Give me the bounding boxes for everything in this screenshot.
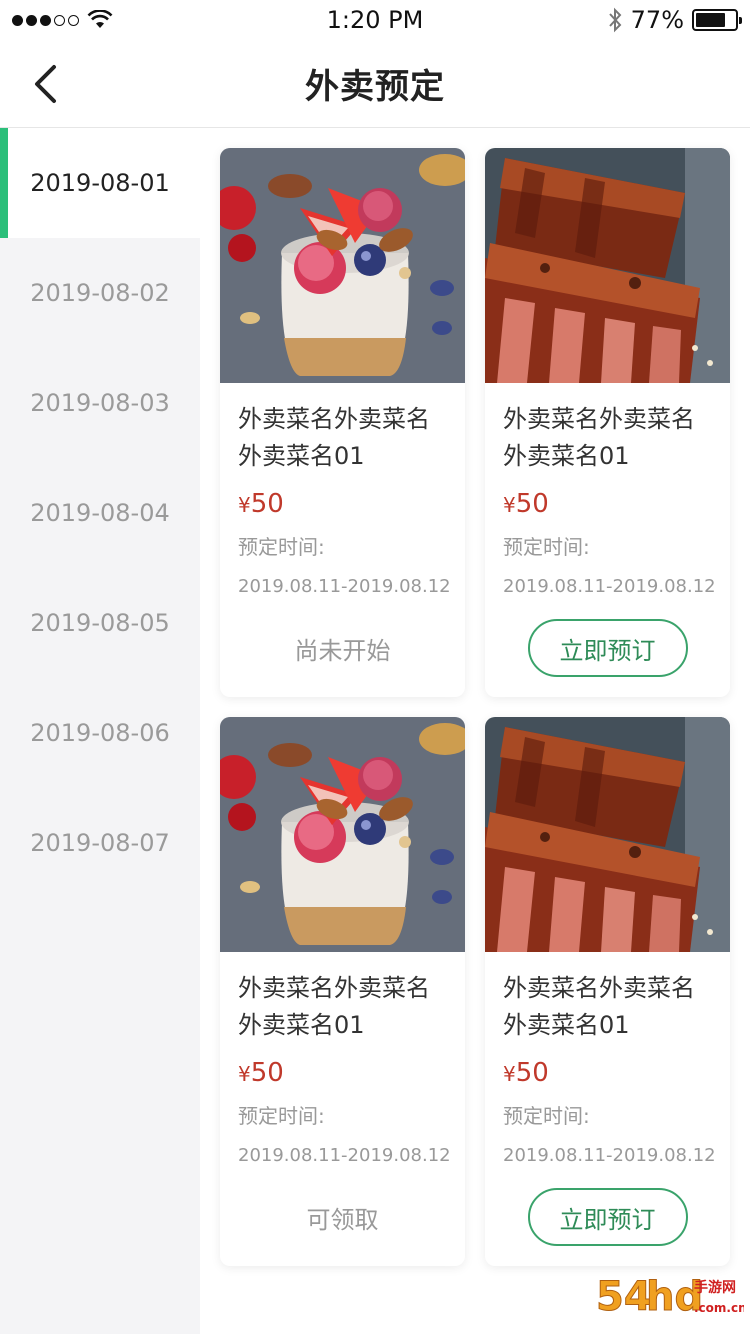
dish-price: ¥50 [238, 489, 447, 519]
dish-price: ¥50 [503, 489, 712, 519]
sidebar-date-label: 2019-08-05 [30, 609, 170, 637]
sidebar-date-item[interactable]: 2019-08-02 [0, 238, 200, 348]
currency-symbol: ¥ [503, 493, 516, 517]
svg-text:.com.cn: .com.cn [694, 1301, 744, 1315]
dish-action: 尚未开始 [220, 619, 465, 677]
dish-card-body: 外卖菜名外卖菜名外卖菜名01 ¥50 预定时间: 2019.08.11-2019… [220, 383, 465, 597]
reserve-time-label: 预定时间: [238, 535, 325, 559]
reserve-time-range: 2019.08.11-2019.08.12 [238, 1145, 451, 1166]
signal-strength-icon [12, 14, 79, 26]
dish-grid: 外卖菜名外卖菜名外卖菜名01 ¥50 预定时间: 2019.08.11-2019… [220, 148, 730, 1266]
sidebar-date-item[interactable]: 2019-08-03 [0, 348, 200, 458]
sidebar-date-label: 2019-08-02 [30, 279, 170, 307]
dish-name: 外卖菜名外卖菜名外卖菜名01 [238, 974, 430, 1039]
watermark-logo-icon: 54 hd 手游网 .com.cn [596, 1274, 745, 1321]
ribs-photo [485, 717, 730, 952]
dish-price: ¥50 [503, 1058, 712, 1088]
battery-percent: 77% [630, 6, 684, 34]
currency-symbol: ¥ [238, 1062, 251, 1086]
sidebar-date-label: 2019-08-01 [30, 169, 170, 197]
reserve-time-label: 预定时间: [503, 1104, 590, 1128]
status-left [12, 10, 113, 30]
status-claimable: 可领取 [306, 1205, 379, 1234]
battery-level [696, 13, 726, 27]
currency-symbol: ¥ [238, 493, 251, 517]
dish-price: ¥50 [238, 1058, 447, 1088]
price-value: 50 [250, 489, 284, 519]
parfait-photo [220, 717, 465, 952]
chevron-left-icon [35, 65, 56, 103]
parfait-photo [220, 148, 465, 383]
svg-text:手游网: 手游网 [694, 1279, 736, 1296]
reserve-now-button[interactable]: 立即预订 [527, 1188, 688, 1246]
page-title: 外卖预定 [305, 67, 445, 107]
ribs-photo [485, 148, 730, 383]
date-sidebar: 2019-08-01 2019-08-02 2019-08-03 2019-08… [0, 128, 200, 1334]
reserve-time-label: 预定时间: [238, 1104, 325, 1128]
dish-name: 外卖菜名外卖菜名外卖菜名01 [238, 405, 430, 470]
sidebar-date-label: 2019-08-03 [30, 389, 170, 417]
bluetooth-icon [608, 7, 622, 33]
price-value: 50 [515, 1058, 549, 1088]
dish-card-body: 外卖菜名外卖菜名外卖菜名01 ¥50 预定时间: 2019.08.11-2019… [485, 952, 730, 1166]
sidebar-date-item[interactable]: 2019-08-07 [0, 788, 200, 898]
dish-action: 可领取 [220, 1188, 465, 1246]
status-not-started: 尚未开始 [294, 636, 391, 665]
reserve-time-label: 预定时间: [503, 535, 590, 559]
nav-bar: 外卖预定 [0, 40, 750, 128]
dish-action: 立即预订 [485, 1188, 730, 1246]
dish-action: 立即预订 [485, 619, 730, 677]
reserve-now-button[interactable]: 立即预订 [527, 619, 688, 677]
wifi-icon [87, 10, 113, 28]
dish-name: 外卖菜名外卖菜名外卖菜名01 [503, 405, 695, 470]
watermark-logo: 54 hd 手游网 .com.cn [594, 1264, 745, 1328]
sidebar-date-label: 2019-08-06 [30, 719, 170, 747]
dish-card[interactable]: 外卖菜名外卖菜名外卖菜名01 ¥50 预定时间: 2019.08.11-2019… [220, 148, 465, 697]
battery-icon [692, 9, 742, 31]
reserve-time-range: 2019.08.11-2019.08.12 [503, 1145, 716, 1166]
sidebar-date-item[interactable]: 2019-08-05 [0, 568, 200, 678]
price-value: 50 [515, 489, 549, 519]
sidebar-date-label: 2019-08-04 [30, 499, 170, 527]
status-bar: 1:20 PM 77% [0, 0, 750, 40]
dish-card[interactable]: 外卖菜名外卖菜名外卖菜名01 ¥50 预定时间: 2019.08.11-2019… [485, 148, 730, 697]
price-value: 50 [250, 1058, 284, 1088]
reserve-time-range: 2019.08.11-2019.08.12 [238, 576, 451, 597]
dish-card[interactable]: 外卖菜名外卖菜名外卖菜名01 ¥50 预定时间: 2019.08.11-2019… [485, 717, 730, 1266]
sidebar-date-item[interactable]: 2019-08-01 [0, 128, 200, 238]
dish-card-body: 外卖菜名外卖菜名外卖菜名01 ¥50 预定时间: 2019.08.11-2019… [485, 383, 730, 597]
svg-text:54: 54 [596, 1274, 652, 1320]
currency-symbol: ¥ [503, 1062, 516, 1086]
dish-list: 外卖菜名外卖菜名外卖菜名01 ¥50 预定时间: 2019.08.11-2019… [200, 128, 750, 1334]
back-button[interactable] [26, 62, 66, 106]
dish-card-body: 外卖菜名外卖菜名外卖菜名01 ¥50 预定时间: 2019.08.11-2019… [220, 952, 465, 1166]
reserve-time-range: 2019.08.11-2019.08.12 [503, 576, 716, 597]
status-right: 77% [607, 6, 742, 34]
sidebar-date-label: 2019-08-07 [30, 829, 170, 857]
sidebar-date-item[interactable]: 2019-08-06 [0, 678, 200, 788]
sidebar-date-item[interactable]: 2019-08-04 [0, 458, 200, 568]
dish-name: 外卖菜名外卖菜名外卖菜名01 [503, 974, 695, 1039]
dish-card[interactable]: 外卖菜名外卖菜名外卖菜名01 ¥50 预定时间: 2019.08.11-2019… [220, 717, 465, 1266]
